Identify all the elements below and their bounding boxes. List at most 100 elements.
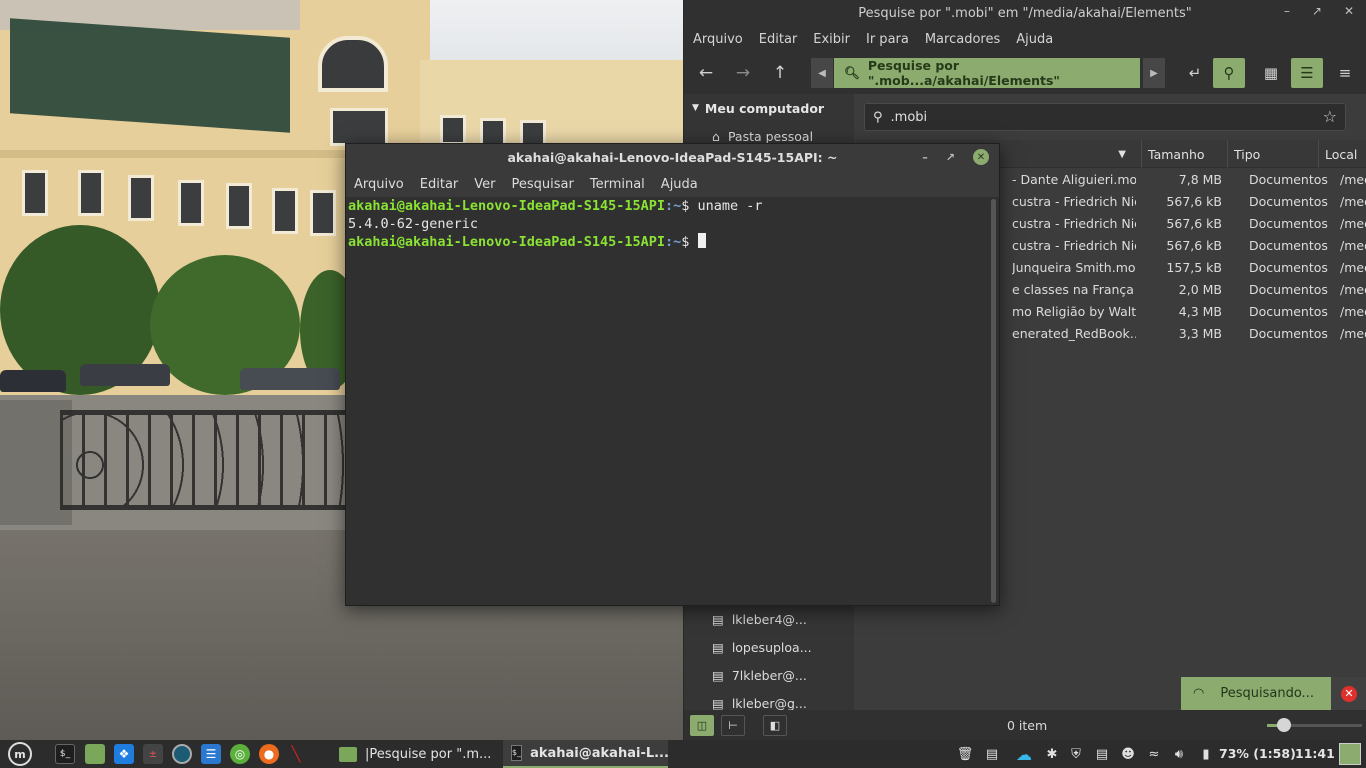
maximize-icon[interactable]: ↗ — [946, 151, 955, 164]
file-name-cell: custra - Friedrich Nie… — [1012, 215, 1136, 231]
zoom-slider-handle[interactable] — [1277, 718, 1292, 732]
close-icon[interactable]: ✕ — [973, 149, 989, 165]
ubuntu-launcher-icon[interactable]: ● — [259, 744, 279, 764]
task-file-manager[interactable]: |Pesquise por ".m... — [331, 740, 498, 768]
sidebar-item-network[interactable]: ▤ lkleber4@... — [684, 605, 854, 633]
clipboard-icon[interactable]: ▤ — [983, 744, 1001, 764]
bluetooth-icon[interactable]: ✱ — [1043, 744, 1061, 764]
terminal-launcher-icon[interactable]: $_ — [55, 744, 75, 764]
file-name-cell: custra - Friedrich Nie… — [1012, 237, 1136, 253]
volume-icon[interactable]: 🔊︎ — [1170, 744, 1188, 764]
task-terminal[interactable]: $_ akahai@akahai-L... — [503, 740, 668, 768]
location-breadcrumb-search[interactable]: 🔍︎ Pesquise por ".mob...a/akahai/Element… — [834, 58, 1140, 88]
workspace-switcher[interactable] — [1339, 743, 1361, 765]
file-location-cell: /media — [1340, 259, 1366, 275]
up-button[interactable]: ↑ — [766, 59, 794, 87]
terminal-output[interactable]: akahai@akahai-Lenovo-IdeaPad-S145-15API:… — [346, 197, 991, 605]
minimize-icon[interactable]: – — [1284, 4, 1290, 18]
search-input[interactable]: ⚲ .mobi ☆ — [864, 103, 1346, 131]
menu-terminal[interactable]: Terminal — [590, 177, 645, 192]
location-scroll-right-button[interactable]: ▶ — [1143, 58, 1165, 88]
file-name-cell: e classes na França (… — [1012, 281, 1136, 297]
menu-ir-para[interactable]: Ir para — [866, 32, 909, 47]
user-icon[interactable]: ☻ — [1119, 744, 1137, 764]
wifi-icon[interactable]: ≈ — [1145, 744, 1163, 764]
location-scroll-left-button[interactable]: ◀ — [811, 58, 833, 88]
text-editor-launcher-icon[interactable]: ☰ — [201, 744, 221, 764]
minimize-icon[interactable]: – — [922, 151, 928, 164]
menu-marcadores[interactable]: Marcadores — [925, 32, 1000, 47]
terminal-window[interactable]: akahai@akahai-Lenovo-IdeaPad-S145-15API:… — [345, 143, 1000, 606]
icon-view-button[interactable]: ▦ — [1255, 58, 1287, 88]
close-icon[interactable]: ✕ — [1344, 4, 1354, 18]
sidebar-section-label: Meu computador — [704, 100, 825, 116]
file-size-cell: 157,5 kB — [1166, 259, 1222, 275]
sidebar-section-my-computer[interactable]: ▼ Meu computador — [684, 94, 854, 122]
folder-icon — [339, 746, 357, 762]
task-label: |Pesquise por ".m... — [365, 746, 492, 762]
maximize-icon[interactable]: ↗ — [1312, 4, 1322, 18]
trash-icon[interactable]: 🗑︎ — [956, 744, 974, 764]
sidebar-item-network[interactable]: ▤ 7lkleber@... — [684, 661, 854, 689]
menu-pesquisar[interactable]: Pesquisar — [512, 177, 574, 192]
toggle-location-entry-button[interactable]: ↵ — [1179, 58, 1211, 88]
cancel-search-button[interactable]: ✕ — [1331, 677, 1366, 710]
battery-icon[interactable]: ▮ — [1197, 744, 1215, 764]
terminal-titlebar[interactable]: akahai@akahai-Lenovo-IdeaPad-S145-15API:… — [346, 144, 999, 171]
file-type-cell: Documentos — [1249, 303, 1328, 319]
menu-editar[interactable]: Editar — [759, 32, 798, 47]
clock[interactable]: 11:41 — [1295, 746, 1335, 761]
terminal-scrollbar[interactable] — [991, 199, 996, 603]
column-location[interactable]: Local — [1318, 140, 1366, 168]
files-launcher-icon[interactable] — [85, 744, 105, 764]
list-icon: ☰ — [1300, 64, 1314, 82]
show-places-button[interactable]: ◫ — [690, 715, 714, 736]
terminal-line: 5.4.0-62-generic — [348, 216, 989, 234]
menu-exibir[interactable]: Exibir — [813, 32, 850, 47]
battery-status[interactable]: 73% (1:58) — [1219, 746, 1296, 761]
menu-ajuda[interactable]: Ajuda — [661, 177, 698, 192]
system-monitor-launcher-icon[interactable] — [172, 744, 192, 764]
sidebar-item-network[interactable]: ▤ lopesuploa... — [684, 633, 854, 661]
column-type[interactable]: Tipo — [1227, 140, 1318, 168]
show-treeview-button[interactable]: ⊢ — [721, 715, 745, 736]
back-button[interactable]: ← — [692, 59, 720, 87]
file-manager-toolbar: ← → ↑ ◀ 🔍︎ Pesquise por ".mob...a/akahai… — [684, 52, 1366, 94]
file-manager-title: Pesquise por ".mobi" em "/media/akahai/E… — [858, 5, 1192, 21]
app-launcher-icon[interactable]: ╲ — [286, 744, 306, 764]
menu-editar[interactable]: Editar — [420, 177, 459, 192]
sidebar-icon: ◧ — [769, 719, 781, 732]
file-type-cell: Documentos — [1249, 281, 1328, 297]
forward-button[interactable]: → — [729, 59, 757, 87]
wallpaper-scaffold-net — [10, 18, 290, 133]
zoom-slider[interactable] — [1267, 718, 1362, 732]
calculator-launcher-icon[interactable]: ± — [143, 744, 163, 764]
list-view-button[interactable]: ☰ — [1291, 58, 1323, 88]
tree-icon: ⊢ — [728, 719, 738, 732]
shield-icon[interactable]: ⛨ — [1067, 744, 1085, 764]
menu-arquivo[interactable]: Arquivo — [693, 32, 743, 47]
status-text: 0 item — [1007, 718, 1048, 733]
menu-ajuda[interactable]: Ajuda — [1016, 32, 1053, 47]
menu-ver[interactable]: Ver — [474, 177, 495, 192]
mint-menu-icon[interactable]: m — [8, 742, 32, 766]
text-cursor — [697, 233, 706, 248]
wallpaper-window — [226, 183, 252, 229]
arrow-right-icon: → — [735, 63, 751, 83]
hide-sidebar-button[interactable]: ◧ — [763, 715, 787, 736]
column-size[interactable]: Tamanho — [1141, 140, 1227, 168]
location-label: Pesquise por ".mob...a/akahai/Elements" — [867, 58, 1060, 88]
cloud-sync-icon[interactable]: ☁ — [1011, 744, 1037, 764]
wallpaper-car — [0, 370, 66, 392]
dropbox-launcher-icon[interactable]: ❖ — [114, 744, 134, 764]
browser-launcher-icon[interactable]: ◎ — [230, 744, 250, 764]
file-manager-titlebar[interactable]: Pesquise por ".mobi" em "/media/akahai/E… — [684, 0, 1366, 26]
compact-view-button[interactable]: ≡ — [1329, 58, 1361, 88]
search-toggle-button[interactable]: ⚲ — [1213, 58, 1245, 88]
menu-arquivo[interactable]: Arquivo — [354, 177, 404, 192]
server-icon: ▤ — [712, 639, 724, 655]
search-icon: 🔍︎ — [844, 65, 860, 80]
update-manager-icon[interactable]: ▤ — [1093, 744, 1111, 764]
star-icon[interactable]: ☆ — [1323, 107, 1337, 126]
search-icon: ⚲ — [873, 109, 883, 125]
